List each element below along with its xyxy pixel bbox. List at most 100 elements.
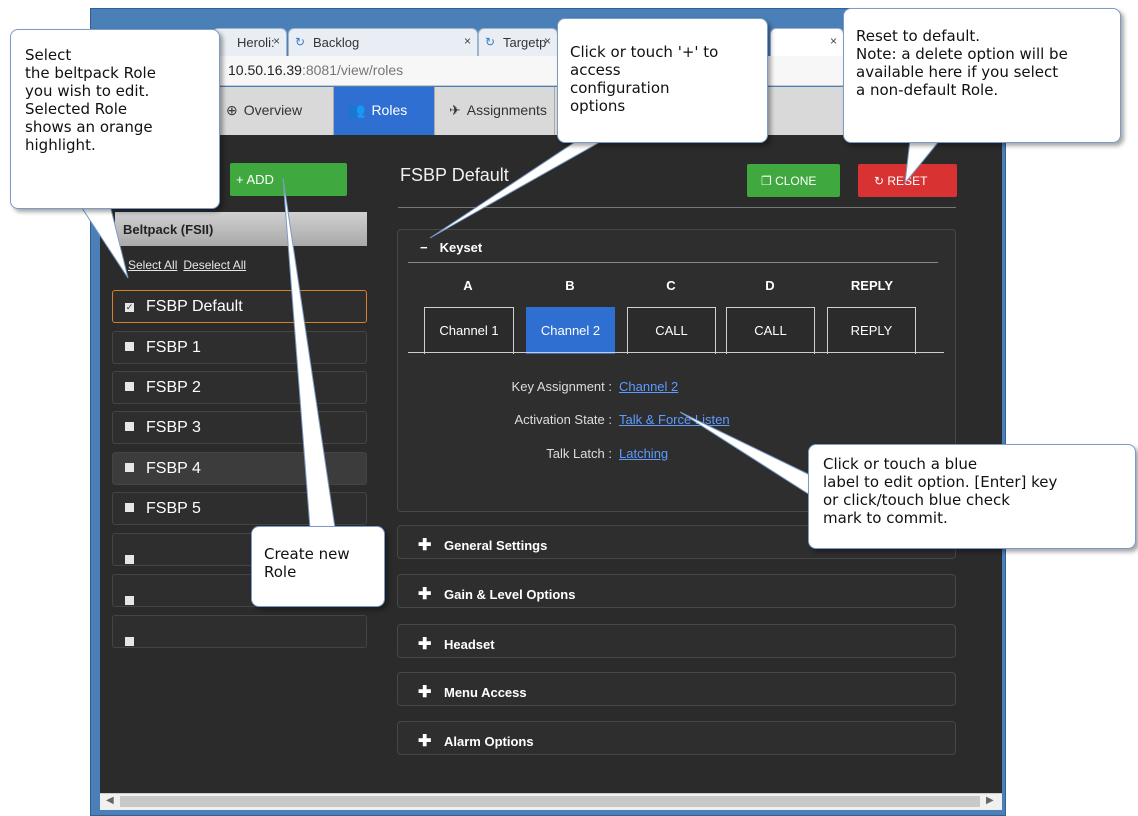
section-label: Gain & Level Options (444, 587, 576, 602)
key-assignment-label: Key Assignment : (511, 379, 612, 394)
checkbox-icon[interactable] (125, 422, 134, 431)
callout-new-role: Create new Role (251, 526, 385, 607)
section-headset[interactable]: ✚ Headset (397, 624, 956, 658)
key-label: A (463, 278, 473, 293)
project-favicon-icon: ↻ (485, 35, 496, 49)
activation-state-label: Activation State : (514, 412, 612, 427)
role-item[interactable]: FSBP 3 (112, 411, 367, 444)
close-tab-icon[interactable]: × (830, 34, 837, 48)
talk-latch-label: Talk Latch : (546, 446, 612, 461)
url-path: :8081/view/roles (301, 62, 404, 78)
nav-overview[interactable]: ⊕ Overview (212, 87, 334, 135)
nav-assignments[interactable]: ✈ Assignments (435, 87, 555, 135)
checkbox-checked-icon[interactable]: ✓ (125, 303, 134, 312)
section-label: Menu Access (444, 685, 527, 700)
clone-label: CLONE (775, 174, 817, 188)
role-group-header[interactable]: Beltpack (FSII) (115, 212, 367, 246)
add-role-button[interactable]: + ADD (230, 163, 347, 196)
plus-icon: ✚ (418, 733, 432, 750)
key-assignment-value[interactable]: Channel 2 (619, 379, 678, 394)
section-label: Headset (444, 637, 495, 652)
callout-reset: Reset to default. Note: a delete option … (843, 8, 1121, 143)
keyset-underline (408, 352, 944, 353)
clone-button[interactable]: ❐ CLONE (747, 164, 840, 197)
checkbox-icon[interactable] (125, 596, 134, 605)
role-item[interactable]: ✓ FSBP Default (112, 290, 367, 323)
role-item[interactable]: FSBP 4 (112, 452, 367, 485)
section-alarm-options[interactable]: ✚ Alarm Options (397, 721, 956, 755)
tab-label: Targetp (503, 35, 547, 50)
role-item-empty[interactable] (112, 615, 367, 648)
minus-icon[interactable]: − (420, 240, 428, 255)
close-tab-icon[interactable]: × (544, 34, 551, 48)
section-gain-level[interactable]: ✚ Gain & Level Options (397, 574, 956, 608)
key-label: C (666, 278, 676, 293)
page-favicon-icon (219, 36, 232, 49)
tab-label: Heroli: (237, 35, 275, 50)
role-item[interactable]: FSBP 5 (112, 492, 367, 525)
tab-label: Backlog (313, 35, 360, 50)
plus-icon: + (236, 172, 247, 187)
reset-label: RESET (887, 174, 928, 188)
browser-tab[interactable]: ↻ Targetp × (478, 28, 558, 56)
activation-state-value[interactable]: Talk & Force Listen (619, 412, 730, 427)
nav-roles[interactable]: 👥 Roles (334, 87, 435, 135)
role-label: FSBP 5 (146, 500, 201, 517)
nav-overview-label: Overview (243, 102, 303, 118)
close-tab-icon[interactable]: × (464, 34, 471, 48)
copy-icon: ❐ (761, 174, 776, 188)
key-label: D (765, 278, 775, 293)
section-label: Alarm Options (444, 734, 534, 749)
refresh-icon: ↻ (874, 174, 888, 188)
checkbox-icon[interactable] (125, 555, 134, 564)
reset-button[interactable]: ↻ RESET (858, 164, 957, 197)
key-button[interactable]: CALL (627, 307, 716, 354)
callout-select-role: Select the beltpack Role you wish to edi… (10, 29, 220, 209)
section-label: General Settings (444, 538, 548, 553)
role-title: FSBP Default (400, 165, 509, 185)
role-label: FSBP 1 (146, 339, 201, 356)
key-button-active[interactable]: Channel 2 (526, 307, 615, 354)
plus-icon: ✚ (418, 636, 432, 653)
role-label: FSBP 2 (146, 379, 201, 396)
callout-plus: Click or touch '+' to access configurati… (557, 18, 768, 143)
title-divider (398, 207, 956, 208)
globe-icon: ⊕ (226, 102, 238, 118)
browser-tab[interactable]: ↻ Backlog × (288, 28, 478, 56)
plus-icon: ✚ (418, 586, 432, 603)
role-item[interactable]: FSBP 2 (112, 371, 367, 404)
checkbox-icon[interactable] (125, 382, 134, 391)
url-text[interactable]: 10.50.16.39:8081/view/roles (228, 62, 403, 78)
checkbox-icon[interactable] (125, 503, 134, 512)
browser-tab[interactable]: Heroli: × (212, 28, 287, 56)
add-label: ADD (246, 172, 274, 187)
selection-links: Select All Deselect All (128, 258, 252, 272)
role-label: FSBP Default (146, 298, 243, 315)
checkbox-icon[interactable] (125, 342, 134, 351)
keyset-title: Keyset (439, 240, 483, 255)
key-button[interactable]: CALL (726, 307, 815, 354)
keyset-header[interactable]: − Keyset (420, 240, 482, 255)
role-label: FSBP 3 (146, 419, 201, 436)
deselect-all-link[interactable]: Deselect All (183, 258, 246, 272)
scrollbar-thumb[interactable] (120, 796, 980, 807)
checkbox-icon[interactable] (125, 463, 134, 472)
key-button[interactable]: Channel 1 (424, 307, 514, 354)
assignment-icon: ✈ (449, 102, 461, 118)
nav-roles-label: Roles (371, 102, 408, 118)
key-button[interactable]: REPLY (827, 307, 916, 354)
scroll-right-arrow-icon[interactable]: ▶ (986, 795, 994, 806)
nav-assignments-label: Assignments (466, 102, 547, 118)
project-favicon-icon: ↻ (295, 35, 306, 49)
select-all-link[interactable]: Select All (128, 258, 177, 272)
talk-latch-value[interactable]: Latching (619, 446, 668, 461)
close-tab-icon[interactable]: × (273, 34, 280, 48)
scroll-left-arrow-icon[interactable]: ◀ (106, 795, 114, 806)
checkbox-icon[interactable] (125, 637, 134, 646)
role-item[interactable]: FSBP 1 (112, 331, 367, 364)
keyset-divider (408, 262, 938, 263)
plus-icon: ✚ (418, 537, 432, 554)
section-menu-access[interactable]: ✚ Menu Access (397, 672, 956, 706)
browser-tab-active[interactable]: × (770, 28, 844, 56)
key-label: B (565, 278, 575, 293)
